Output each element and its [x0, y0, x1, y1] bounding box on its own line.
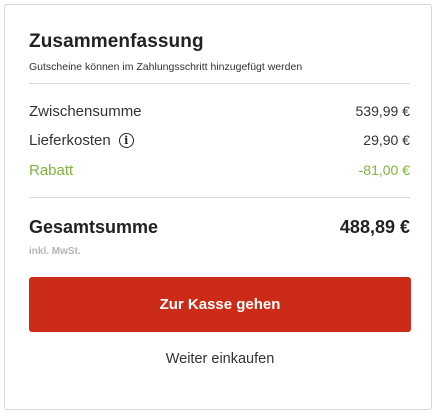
discount-row: Rabatt -81,00 € [29, 159, 410, 181]
divider [29, 83, 410, 84]
total-value: 488,89 € [339, 217, 410, 237]
discount-value: -81,00 € [358, 162, 410, 178]
coupon-hint: Gutscheine können im Zahlungsschritt hin… [29, 61, 303, 73]
total-row: Gesamtsumme 488,89 € [29, 217, 410, 238]
info-icon[interactable]: i [118, 132, 134, 148]
divider [29, 197, 410, 198]
subtotal-row: Zwischensumme 539,99 € [29, 100, 410, 122]
subtotal-label: Zwischensumme [29, 102, 142, 120]
discount-label: Rabatt [29, 161, 74, 179]
shipping-label-group: Lieferkosten i [29, 132, 134, 149]
checkout-button[interactable]: Zur Kasse gehen [29, 277, 411, 332]
summary-title: Zusammenfassung [29, 31, 204, 52]
continue-shopping-link[interactable]: Weiter einkaufen [29, 351, 411, 367]
subtotal-value: 539,99 € [355, 103, 411, 119]
shipping-value: 29,90 € [363, 132, 410, 148]
shipping-row: Lieferkosten i 29,90 € [29, 129, 410, 151]
order-summary-card: Zusammenfassung Gutscheine können im Zah… [4, 4, 432, 410]
total-label: Gesamtsumme [29, 217, 159, 237]
shipping-label: Lieferkosten [29, 131, 111, 149]
vat-note: inkl. MwSt. [29, 246, 81, 257]
